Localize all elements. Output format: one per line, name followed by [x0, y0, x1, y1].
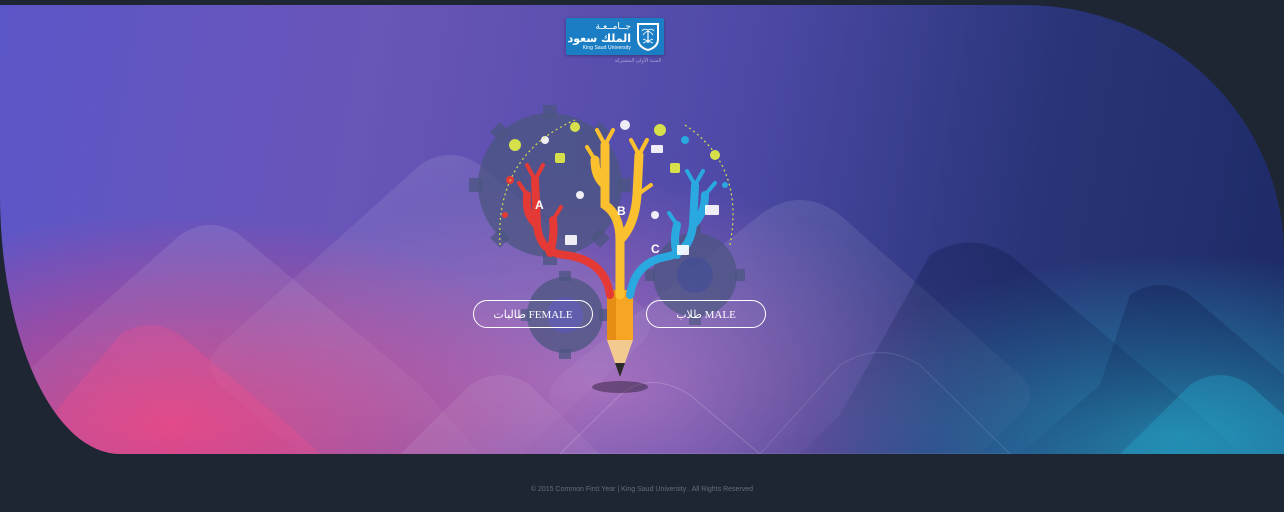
tree-letter-c: C: [651, 242, 660, 256]
male-students-button[interactable]: طلاب MALE: [646, 300, 766, 328]
pencil-knowledge-tree-icon: A B C: [469, 105, 745, 393]
tree-letter-b: B: [617, 204, 626, 218]
logo-text: جــامــعـة الملك سعود King Saud Universi…: [566, 21, 635, 51]
logo-arabic-line1: جــامــعـة: [595, 21, 631, 32]
female-students-button[interactable]: طالبات FEMALE: [473, 300, 593, 328]
ksu-palm-emblem-icon: [637, 23, 659, 51]
ksu-logo[interactable]: جــامــعـة الملك سعود King Saud Universi…: [566, 18, 664, 55]
logo-subtitle: السنة الأولى المشتركة: [614, 58, 662, 64]
landing-page: جــامــعـة الملك سعود King Saud Universi…: [0, 0, 1284, 512]
footer-copyright: © 2015 Common First Year | King Saud Uni…: [530, 486, 754, 493]
logo-english: King Saud University: [582, 44, 631, 51]
logo-arabic-line2: الملك سعود: [567, 31, 631, 45]
hero-banner: جــامــعـة الملك سعود King Saud Universi…: [0, 5, 1284, 454]
tree-letter-a: A: [535, 198, 544, 212]
